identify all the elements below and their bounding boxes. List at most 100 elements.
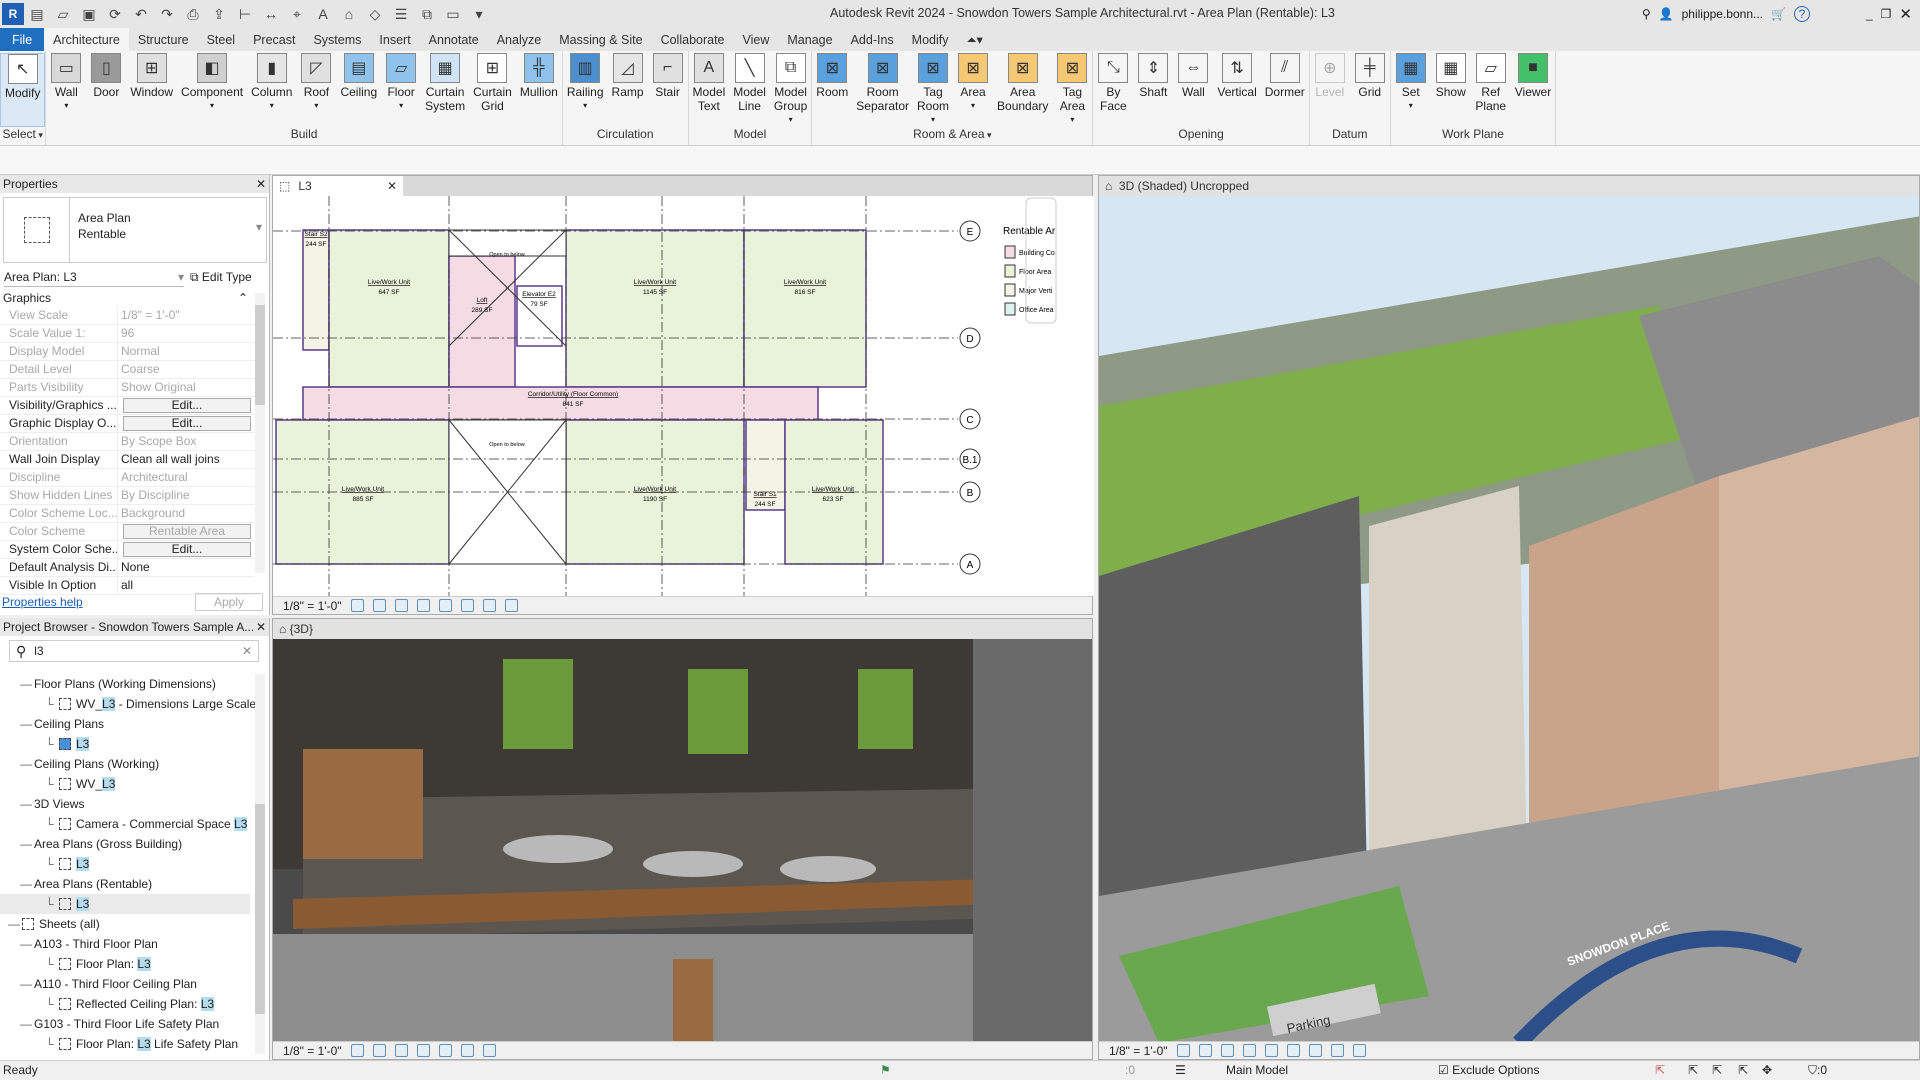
temporary-hide-icon[interactable] — [1352, 1044, 1366, 1057]
lock-3d-icon[interactable] — [1330, 1044, 1344, 1057]
grid-button[interactable]: ╪ Grid — [1350, 53, 1390, 127]
tab-view[interactable]: View — [734, 28, 779, 51]
tab-precast[interactable]: Precast — [244, 28, 304, 51]
column-button[interactable]: ▮ Column ▾ — [247, 53, 296, 127]
drag-elements-icon[interactable]: ✥ — [1762, 1063, 1772, 1077]
collapse-toggle-icon[interactable]: — — [20, 674, 32, 694]
model-group-button[interactable]: ⧉ Model Group ▾ — [770, 53, 811, 127]
tab-steel[interactable]: Steel — [198, 28, 245, 51]
render-icon[interactable] — [416, 1044, 430, 1057]
collapse-toggle-icon[interactable]: — — [20, 1014, 32, 1034]
collapse-toggle-icon[interactable]: — — [20, 874, 32, 894]
worksharing-icon[interactable]: ⚑ — [880, 1063, 891, 1077]
browser-group-item[interactable]: — Area Plans (Gross Building) — [0, 834, 250, 854]
save-icon[interactable]: ▣ — [78, 4, 100, 24]
collapse-toggle-icon[interactable]: — — [8, 914, 20, 934]
temporary-hide-icon[interactable] — [482, 1044, 496, 1057]
export-icon[interactable]: ⇪ — [208, 4, 230, 24]
browser-close-icon[interactable]: ✕ — [256, 620, 266, 634]
tab-insert[interactable]: Insert — [370, 28, 419, 51]
crop-view-icon[interactable] — [438, 1044, 452, 1057]
switch-windows-icon[interactable]: ▭ — [442, 4, 464, 24]
temporary-hide-icon[interactable] — [482, 599, 496, 612]
collapse-toggle-icon[interactable]: — — [20, 834, 32, 854]
property-value-text[interactable]: Clean all wall joins — [121, 452, 220, 466]
graphics-section-header[interactable]: Graphics ⌃ — [3, 289, 248, 307]
mullion-button[interactable]: ╬ Mullion — [516, 53, 562, 127]
collapse-toggle-icon[interactable]: — — [20, 714, 32, 734]
browser-view-item[interactable]: └ Floor Plan: L3 — [0, 954, 250, 974]
browser-group-item[interactable]: — Floor Plans (Working Dimensions) — [0, 674, 250, 694]
browser-scrollbar[interactable] — [255, 674, 265, 1054]
tab-analyze[interactable]: Analyze — [488, 28, 550, 51]
tab-architecture[interactable]: Architecture — [44, 28, 129, 51]
door-button[interactable]: ▯ Door — [86, 53, 126, 127]
property-value[interactable]: all — [118, 577, 255, 594]
camera-scale[interactable]: 1/8" = 1'-0" — [283, 1044, 342, 1058]
user-account[interactable]: philippe.bonn... — [1682, 7, 1763, 21]
browser-group-item[interactable]: — A110 - Third Floor Ceiling Plan — [0, 974, 250, 994]
show-crop-icon[interactable] — [460, 599, 474, 612]
tab-close-icon[interactable]: ✕ — [387, 179, 403, 193]
text-icon[interactable]: A — [312, 4, 334, 24]
section-icon[interactable]: ◇ — [364, 4, 386, 24]
ref-plane-button[interactable]: ▱ Ref Plane — [1471, 53, 1511, 127]
vertical-button[interactable]: ⇅ Vertical — [1213, 53, 1260, 127]
dropdown-arrow-icon[interactable]: ▾ — [1409, 99, 1413, 113]
browser-view-item[interactable]: └ L3 — [0, 734, 250, 754]
cart-icon[interactable]: 🛒 — [1771, 7, 1786, 21]
crop-view-icon[interactable] — [1286, 1044, 1300, 1057]
browser-view-item[interactable]: └ WV_L3 — [0, 774, 250, 794]
select-links-icon[interactable]: ⇱ — [1655, 1063, 1665, 1077]
property-value-text[interactable]: all — [121, 578, 133, 592]
design-option-select[interactable]: Main Model — [1226, 1063, 1288, 1077]
select-pinned-icon[interactable]: ⇱ — [1712, 1063, 1722, 1077]
ribbon-minimize-icon[interactable]: ⏶▾ — [958, 28, 992, 51]
collapse-toggle-icon[interactable]: — — [20, 974, 32, 994]
browser-view-item[interactable]: └ L3 — [0, 854, 250, 874]
curtain-grid-button[interactable]: ⊞ Curtain Grid — [469, 53, 516, 127]
browser-group-item[interactable]: — Ceiling Plans (Working) — [0, 754, 250, 774]
detail-level-icon[interactable] — [350, 599, 364, 612]
area-button[interactable]: ⊠ Area ▾ — [953, 53, 993, 127]
floor-button[interactable]: ▱ Floor ▾ — [381, 53, 421, 127]
shadows-icon[interactable] — [416, 599, 430, 612]
select-underlay-icon[interactable]: ⇱ — [1688, 1063, 1698, 1077]
show-crop-icon[interactable] — [1308, 1044, 1322, 1057]
property-value[interactable]: Edit... — [118, 397, 255, 414]
plan-view-tab[interactable]: ⬚ L3 ✕ — [273, 176, 403, 196]
close-button[interactable]: ✕ — [1899, 5, 1912, 23]
minimize-button[interactable]: _ — [1866, 7, 1873, 21]
close-hidden-icon[interactable]: ⧉ — [416, 4, 438, 24]
customize-icon[interactable]: ▾ — [468, 4, 490, 24]
3d-view-tab-label[interactable]: 3D (Shaded) Uncropped — [1119, 179, 1249, 193]
model-text-button[interactable]: A Model Text — [689, 53, 730, 127]
tab-structure[interactable]: Structure — [129, 28, 198, 51]
browser-view-item[interactable]: └ Camera - Commercial Space L3 — [0, 814, 250, 834]
property-edit-button[interactable]: Edit... — [123, 542, 251, 557]
print-icon[interactable]: ⎙ — [182, 4, 204, 24]
browser-view-item[interactable]: └ L3 — [0, 894, 250, 914]
plan-scale[interactable]: 1/8" = 1'-0" — [283, 599, 342, 613]
dropdown-arrow-icon[interactable]: ▾ — [583, 99, 587, 113]
visual-style-icon[interactable] — [372, 599, 386, 612]
revit-logo[interactable]: R — [2, 3, 24, 25]
crop-view-icon[interactable] — [438, 599, 452, 612]
tab-annotate[interactable]: Annotate — [420, 28, 488, 51]
3d-scale[interactable]: 1/8" = 1'-0" — [1109, 1044, 1168, 1058]
browser-group-item[interactable]: — Ceiling Plans — [0, 714, 250, 734]
window-button[interactable]: ⊞ Window — [126, 53, 177, 127]
browser-search-input[interactable]: l3 — [34, 644, 242, 658]
shadows-icon[interactable] — [394, 1044, 408, 1057]
dormer-button[interactable]: ⫽ Dormer — [1261, 53, 1309, 127]
exclude-options-checkbox[interactable]: ☑ Exclude Options — [1438, 1063, 1539, 1077]
tab-systems[interactable]: Systems — [304, 28, 370, 51]
type-dropdown-icon[interactable]: ▾ — [256, 198, 266, 262]
browser-view-item[interactable]: └ WV_L3 - Dimensions Large Scale — [0, 694, 256, 714]
collapse-toggle-icon[interactable]: — — [20, 934, 32, 954]
camera-render[interactable] — [273, 639, 1093, 1043]
properties-scrollbar[interactable] — [255, 293, 265, 573]
dropdown-arrow-icon[interactable]: ▾ — [1070, 113, 1074, 127]
tag-room-button[interactable]: ⊠ Tag Room ▾ — [913, 53, 953, 127]
tab-collaborate[interactable]: Collaborate — [652, 28, 734, 51]
